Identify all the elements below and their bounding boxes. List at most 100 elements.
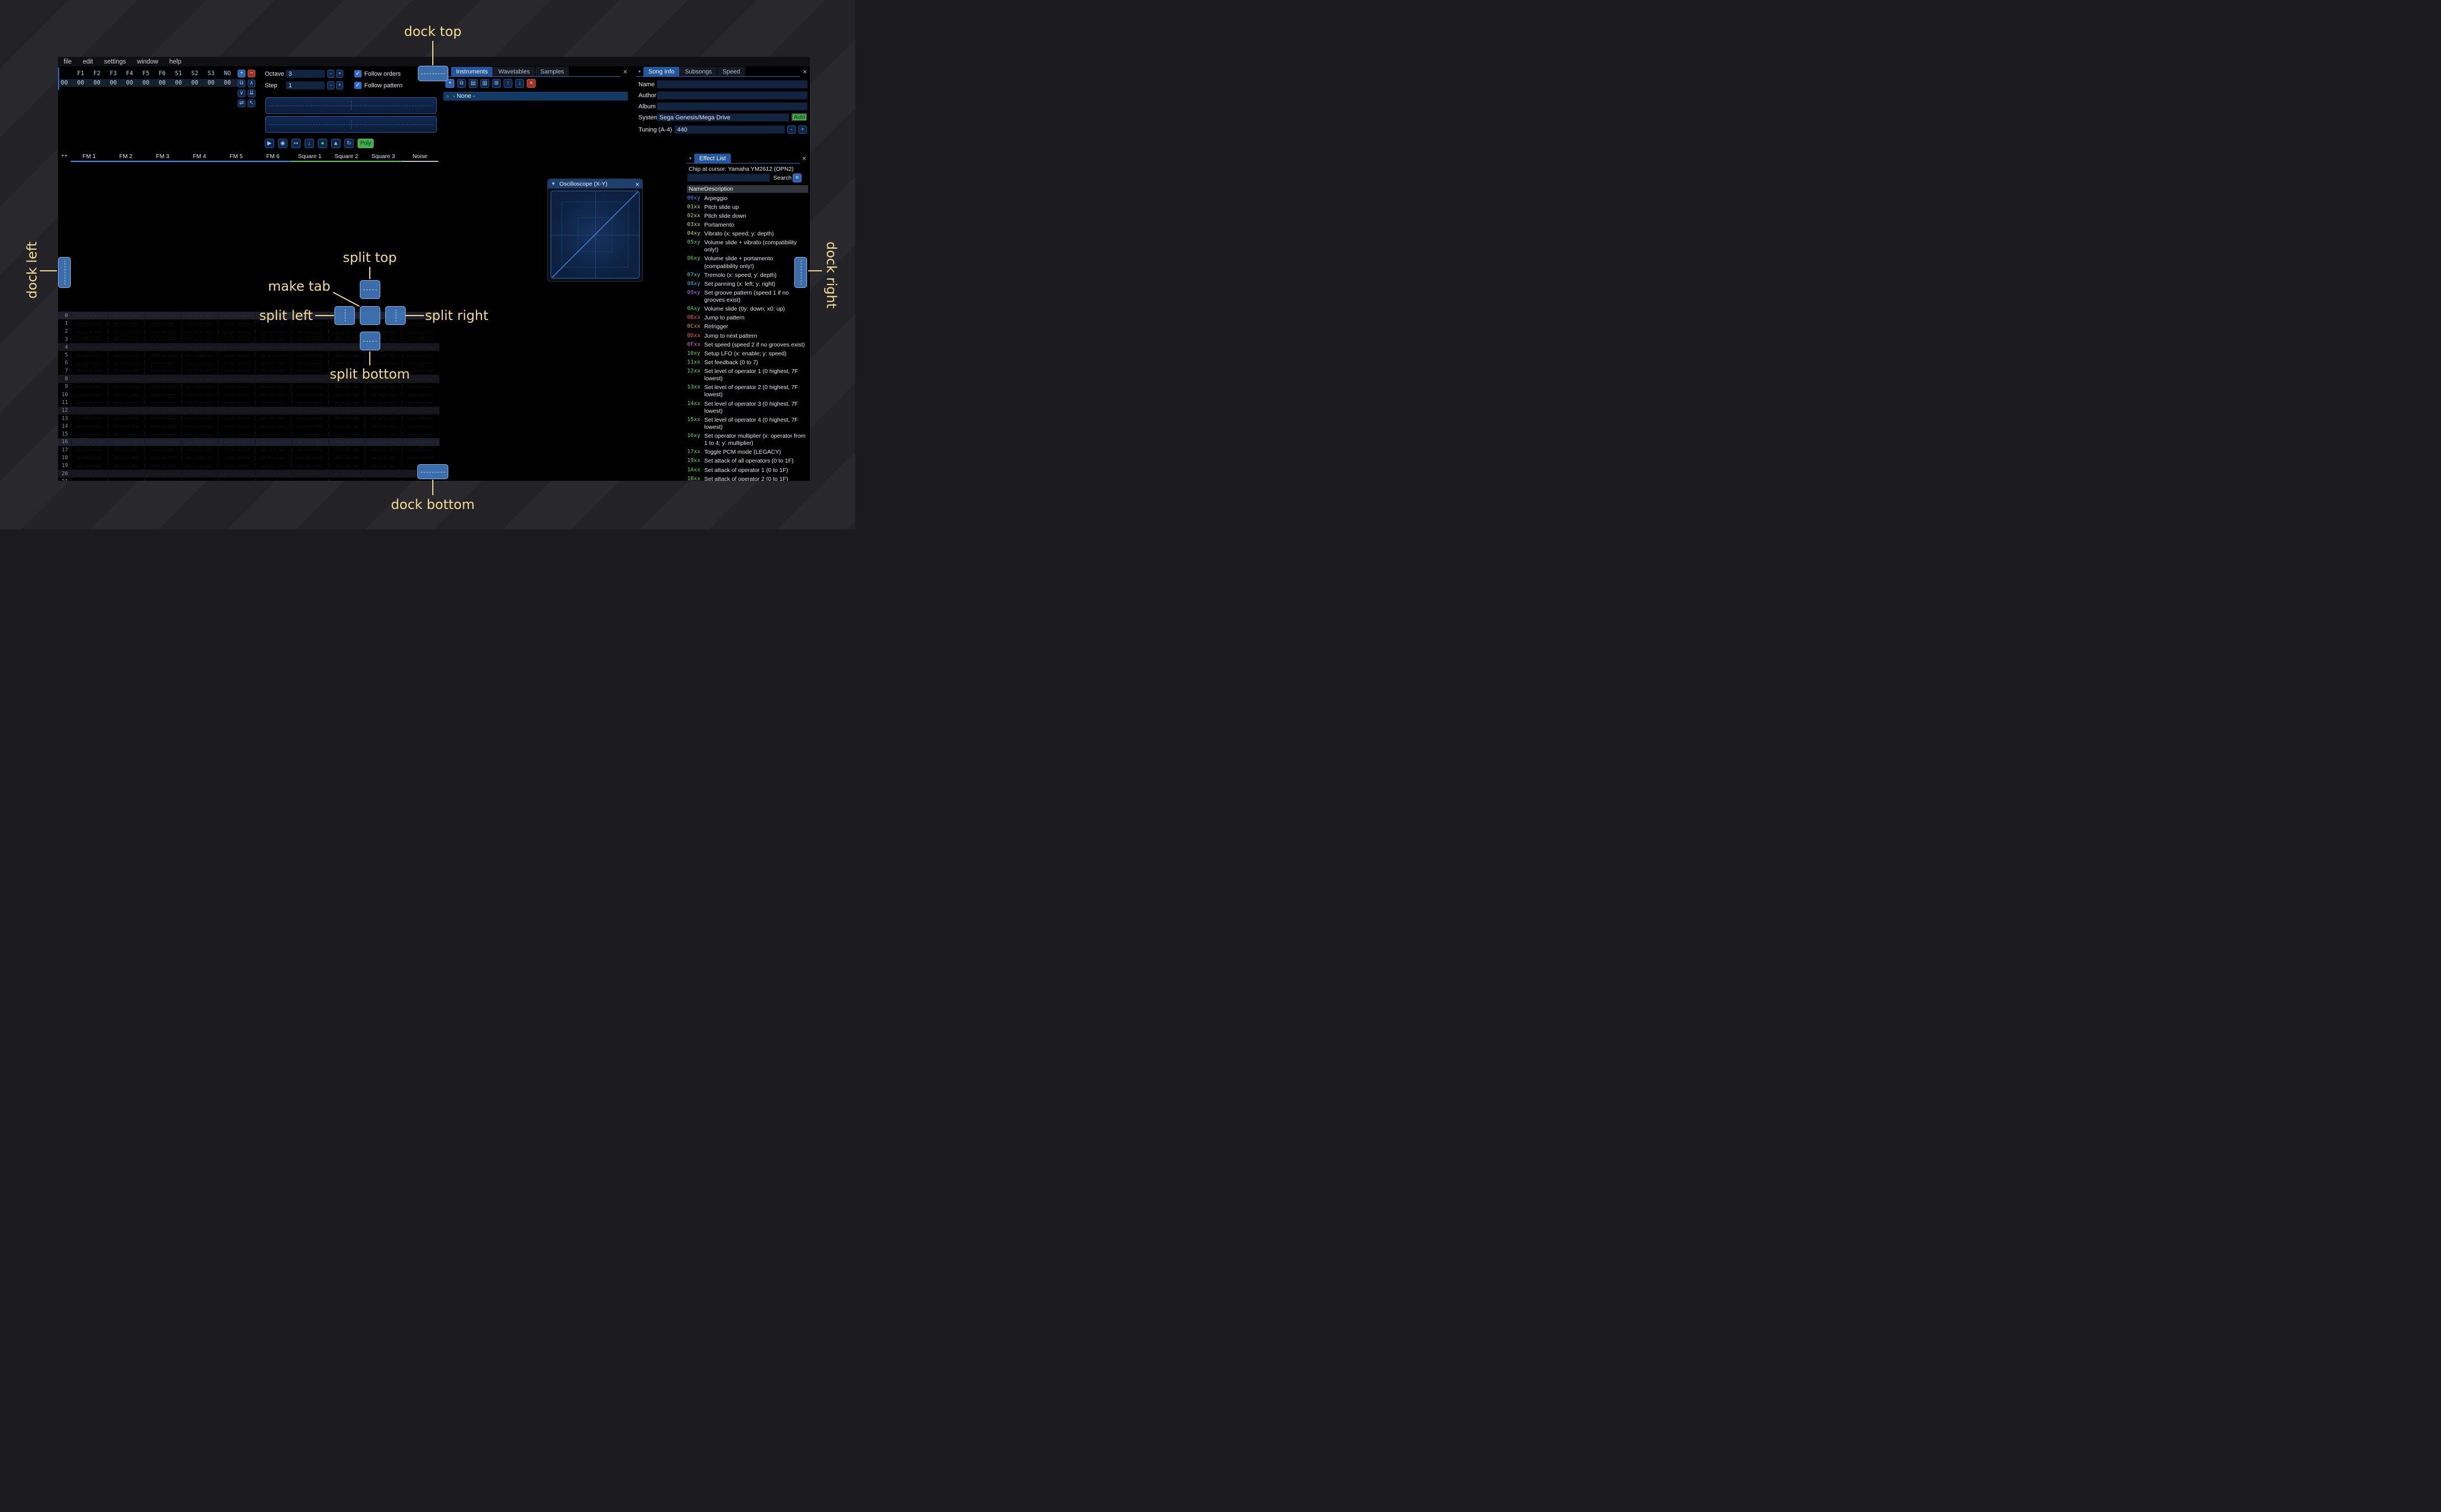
menu-item[interactable]: edit	[83, 59, 93, 65]
split-bottom-target[interactable]	[360, 332, 380, 350]
pattern-row[interactable]: 14 ··· ·· ·· ···· ··· ·· ·· ···· ··· ·· ·· …	[58, 422, 439, 430]
pattern-cell[interactable]: ··· ·· ·· ····	[328, 328, 365, 334]
pattern-cell[interactable]: ··· ·· ·· ····	[365, 431, 402, 437]
pattern-cell[interactable]: ··· ·· ·· ····	[181, 400, 218, 406]
play-button[interactable]: ▶	[265, 139, 274, 148]
pattern-cell[interactable]: ··· ·· ·· ····	[181, 376, 218, 382]
pattern-cell[interactable]: ··· ·· ·· ····	[218, 447, 255, 453]
pattern-cell[interactable]: ··· ·· ·· ····	[144, 321, 181, 327]
pattern-cell[interactable]: ··· ·· ·· ····	[107, 439, 145, 445]
pattern-cell[interactable]: ··· ·· ·· ····	[144, 313, 181, 319]
order-cell[interactable]: 00	[108, 80, 125, 86]
order-cell[interactable]: 00	[206, 80, 223, 86]
tab-wavetables[interactable]: Wavetables	[493, 67, 535, 76]
pattern-cell[interactable]: ··· ·· ·· ····	[144, 463, 181, 469]
pattern-cell[interactable]: ··· ·· ·· ····	[401, 344, 439, 350]
pattern-cell[interactable]: ··· ·· ·· ····	[107, 313, 145, 319]
toggle-folders-button[interactable]: ⊞	[492, 79, 501, 88]
tab-song-info[interactable]: Song Info	[643, 67, 680, 76]
order-cell[interactable]: 00	[76, 80, 92, 86]
pattern-cell[interactable]: ··· ·· ·· ····	[144, 392, 181, 398]
pattern-cell[interactable]: ··· ·· ·· ····	[181, 479, 218, 481]
pattern-cell[interactable]: ··· ·· ·· ····	[401, 392, 439, 398]
effect-row[interactable]: 00xy Arpeggio	[687, 194, 808, 203]
pattern-cell[interactable]: ··· ·· ·· ····	[144, 471, 181, 477]
pattern-cell[interactable]: ··· ·· ·· ····	[254, 463, 292, 469]
pattern-cell[interactable]: ··· ·· ·· ····	[144, 416, 181, 421]
pattern-cell[interactable]: ··· ·· ·· ····	[291, 344, 328, 350]
pattern-cell[interactable]: ··· ·· ·· ····	[401, 431, 439, 437]
pattern-cell[interactable]: ··· ·· ·· ····	[218, 416, 255, 421]
pattern-cell[interactable]: ··· ·· ·· ····	[107, 463, 145, 469]
pattern-cell[interactable]: ··· ·· ·· ····	[291, 376, 328, 382]
effect-row[interactable]: 1Axx Set attack of operator 1 (0 to 1F)	[687, 466, 808, 475]
effect-row[interactable]: 17xx Toggle PCM mode (LEGACY)	[687, 448, 808, 457]
orders-row[interactable]: 00 00 00 00 00 00 00 00 00 00 00	[59, 79, 239, 87]
move-order-down-button[interactable]: ∨	[238, 90, 245, 97]
remove-order-button[interactable]: −	[248, 70, 255, 77]
pattern-cell[interactable]: ··· ·· ·· ····	[71, 360, 108, 366]
pattern-cell[interactable]: ··· ·· ·· ····	[107, 337, 145, 343]
order-cell[interactable]: 00	[59, 80, 76, 86]
pattern-cell[interactable]: ··· ·· ·· ····	[254, 392, 292, 398]
pattern-cell[interactable]: ··· ·· ·· ····	[401, 407, 439, 413]
split-top-target[interactable]	[360, 280, 380, 299]
effect-row[interactable]: 15xx Set level of operator 4 (0 highest,…	[687, 416, 808, 432]
pattern-cell[interactable]: ··· ·· ·· ····	[181, 455, 218, 461]
pattern-cell[interactable]: ··· ·· ·· ····	[144, 455, 181, 461]
pattern-cell[interactable]: ··· ·· ·· ····	[254, 368, 292, 374]
pattern-cell[interactable]: ··· ·· ·· ····	[291, 471, 328, 477]
octave-increase-button[interactable]: +	[336, 70, 343, 78]
dock-left-target[interactable]	[58, 257, 71, 288]
order-cell[interactable]: 00	[174, 80, 190, 86]
pattern-cell[interactable]: ··· ·· ·· ····	[181, 321, 218, 327]
channel-header[interactable]: FM 4	[181, 153, 218, 162]
pattern-cell[interactable]: ··· ·· ·· ····	[365, 439, 402, 445]
pattern-cell[interactable]: ··· ·· ·· ····	[181, 384, 218, 390]
pattern-cell[interactable]: ··· ·· ·· ····	[107, 328, 145, 334]
pattern-cell[interactable]: ··· ·· ·· ····	[291, 416, 328, 421]
pattern-row[interactable]: 9 ··· ·· ·· ···· ··· ·· ·· ···· ··· ·· ·· ·…	[58, 383, 439, 391]
channel-header[interactable]: FM 1	[71, 153, 108, 162]
pattern-cell[interactable]: ··· ·· ·· ····	[291, 479, 328, 481]
pattern-cell[interactable]: ··· ·· ·· ····	[254, 455, 292, 461]
make-tab-target[interactable]	[360, 306, 380, 325]
pattern-cell[interactable]: ··· ·· ·· ····	[107, 407, 145, 413]
pattern-cell[interactable]: ··· ·· ·· ····	[254, 423, 292, 429]
menu-item[interactable]: help	[169, 59, 181, 65]
pattern-row[interactable]: 1 ··· ·· ·· ···· ··· ·· ·· ···· ··· ·· ·· ·…	[58, 319, 439, 327]
close-icon[interactable]: ×	[800, 154, 808, 162]
step-increase-button[interactable]: +	[336, 81, 343, 90]
move-instrument-down-button[interactable]: ↓	[515, 79, 524, 88]
step-input[interactable]	[286, 81, 325, 90]
pattern-cell[interactable]: ··· ·· ·· ····	[181, 392, 218, 398]
pattern-cell[interactable]: ··· ·· ·· ····	[71, 328, 108, 334]
menu-item[interactable]: settings	[104, 59, 126, 65]
pattern-cell[interactable]: ··· ·· ·· ····	[218, 376, 255, 382]
pattern-cell[interactable]: ··· ·· ·· ····	[254, 416, 292, 421]
effect-row[interactable]: 05xy Volume slide + vibrato (compatibili…	[687, 239, 808, 255]
effect-list-menu-icon[interactable]: ≡	[793, 174, 802, 182]
auto-system-button[interactable]: Auto	[792, 113, 808, 122]
pattern-cell[interactable]: ··· ·· ·· ····	[71, 392, 108, 398]
move-instrument-up-button[interactable]: ↑	[504, 79, 512, 88]
pattern-cell[interactable]: ··· ·· ·· ····	[218, 423, 255, 429]
pattern-cell[interactable]: ··· ·· ·· ····	[181, 313, 218, 319]
pattern-cell[interactable]: ··· ·· ·· ····	[291, 447, 328, 453]
pattern-cell[interactable]: ··· ·· ·· ····	[218, 321, 255, 327]
follow-orders-checkbox[interactable]: ✓	[354, 70, 362, 77]
poly-toggle-button[interactable]: Poly	[358, 139, 374, 148]
dock-bottom-target[interactable]	[417, 464, 448, 479]
pattern-cell[interactable]: ··· ·· ·· ····	[181, 368, 218, 374]
pattern-cell[interactable]: ··· ·· ·· ····	[218, 360, 255, 366]
pattern-cell[interactable]: ··· ·· ·· ····	[401, 337, 439, 343]
pattern-cell[interactable]: ··· ·· ·· ····	[254, 431, 292, 437]
effect-row[interactable]: 13xx Set level of operator 2 (0 highest,…	[687, 384, 808, 400]
pattern-cell[interactable]: ··· ·· ·· ····	[365, 463, 402, 469]
effect-row[interactable]: 04xy Vibrato (x: speed; y: depth)	[687, 230, 808, 239]
effect-row[interactable]: 1Bxx Set attack of operator 2 (0 to 1F)	[687, 475, 808, 481]
channel-header[interactable]: Square 3	[365, 153, 402, 162]
pattern-row[interactable]: 18 ··· ·· ·· ···· ··· ·· ·· ···· ··· ·· ·· …	[58, 454, 439, 461]
pattern-cell[interactable]: ··· ·· ·· ····	[328, 360, 365, 366]
pattern-row[interactable]: 10 ··· ·· ·· ···· ··· ·· ·· ···· ··· ·· ·· …	[58, 391, 439, 398]
